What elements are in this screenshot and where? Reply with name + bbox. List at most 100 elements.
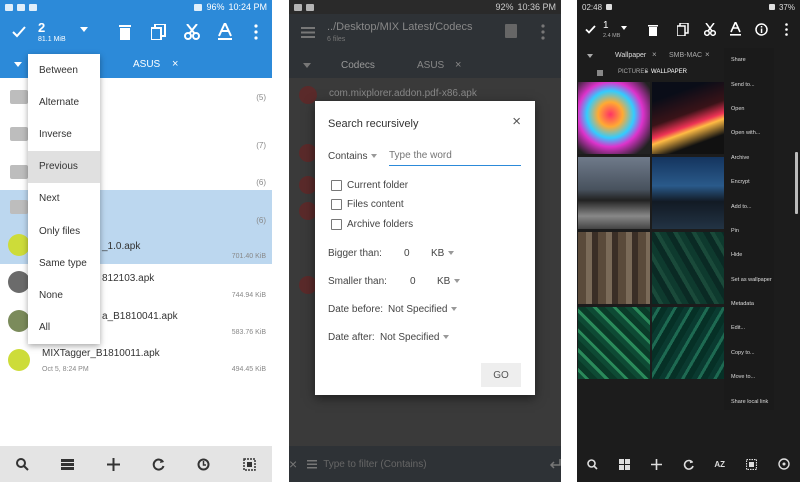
archive-folders-checkbox[interactable]: Archive folders xyxy=(331,219,413,230)
check-icon[interactable] xyxy=(585,25,596,34)
cut-icon[interactable] xyxy=(184,24,200,40)
menu-item-set-as-wallpaper[interactable]: Set as wallpaper xyxy=(724,268,774,292)
menu-item-same-type[interactable]: Same type xyxy=(28,247,100,279)
menu-item-move-to[interactable]: Move to... xyxy=(724,365,774,389)
info-icon[interactable] xyxy=(755,23,768,36)
more-icon[interactable] xyxy=(785,23,788,36)
date-before-select[interactable]: Not Specified xyxy=(388,304,458,315)
tab-wallpaper[interactable]: Wallpaper xyxy=(615,52,646,59)
delete-icon[interactable] xyxy=(648,24,658,36)
image-thumbnail[interactable] xyxy=(578,157,650,229)
selection-menu: Between Alternate Inverse Previous Next … xyxy=(28,54,100,344)
close-icon[interactable]: × xyxy=(455,59,461,71)
breadcrumb-pictures[interactable]: PICTURES xyxy=(618,69,648,75)
add-icon[interactable] xyxy=(106,457,120,471)
bigger-value[interactable]: 0 xyxy=(404,248,410,259)
tab-asus[interactable]: ASUS xyxy=(417,60,444,71)
list-item[interactable]: MIXTagger_B1810011.apk Oct 5, 8:24 PM 494.… xyxy=(0,344,272,376)
menu-item-all[interactable]: All xyxy=(28,312,100,344)
grid-view-icon[interactable] xyxy=(619,458,631,470)
current-folder-checkbox[interactable]: Current folder xyxy=(331,180,408,191)
menu-item-send-to[interactable]: Send to... xyxy=(724,72,774,96)
menu-item-between[interactable]: Between xyxy=(28,54,100,86)
image-thumbnail[interactable] xyxy=(652,232,724,304)
close-icon[interactable]: × xyxy=(172,58,178,70)
delete-icon[interactable] xyxy=(119,24,131,40)
menu-item-inverse[interactable]: Inverse xyxy=(28,118,100,150)
menu-item-alternate[interactable]: Alternate xyxy=(28,86,100,118)
scrollbar[interactable] xyxy=(795,152,798,214)
more-icon[interactable] xyxy=(541,24,545,40)
copy-icon[interactable] xyxy=(677,23,689,36)
home-icon[interactable] xyxy=(597,70,603,76)
menu-item-copy-to[interactable]: Copy to... xyxy=(724,341,774,365)
mode-select[interactable]: Contains xyxy=(328,151,378,162)
close-icon[interactable]: × xyxy=(289,456,297,472)
image-thumbnail[interactable] xyxy=(578,82,650,154)
chevron-down-icon[interactable] xyxy=(303,63,311,68)
tab-smb-mac[interactable]: SMB-MAC xyxy=(669,52,702,59)
dialog-title: Search recursively xyxy=(328,118,419,130)
image-thumbnail[interactable] xyxy=(578,307,650,379)
search-input[interactable] xyxy=(389,146,521,166)
list-view-icon[interactable] xyxy=(61,458,75,470)
menu-item-previous[interactable]: Previous xyxy=(28,150,100,183)
refresh-icon[interactable] xyxy=(683,459,694,470)
menu-item-none[interactable]: None xyxy=(28,279,100,311)
image-thumbnail[interactable] xyxy=(652,157,724,229)
tab-strip: Codecs ASUS × xyxy=(289,54,561,78)
menu-item-pin[interactable]: Pin xyxy=(724,219,774,243)
bigger-unit-select[interactable]: KB xyxy=(431,248,455,259)
menu-item-only-files[interactable]: Only files xyxy=(28,215,100,247)
menu-item-edit[interactable]: Edit... xyxy=(724,316,774,340)
menu-item-encrypt[interactable]: Encrypt xyxy=(724,170,774,194)
menu-item-open-with[interactable]: Open with... xyxy=(724,121,774,145)
chevron-down-icon[interactable] xyxy=(587,54,593,58)
close-icon[interactable]: × xyxy=(705,50,710,59)
check-icon[interactable] xyxy=(12,26,26,38)
date-after-select[interactable]: Not Specified xyxy=(380,332,450,343)
menu-icon[interactable] xyxy=(301,27,315,38)
search-icon[interactable] xyxy=(587,458,598,470)
menu-item-metadata[interactable]: Metadata xyxy=(724,292,774,316)
clipboard-icon[interactable] xyxy=(505,24,517,38)
copy-icon[interactable] xyxy=(151,24,166,40)
chevron-down-icon[interactable] xyxy=(14,62,22,67)
image-thumbnail[interactable] xyxy=(578,232,650,304)
tab-asus[interactable]: ASUS xyxy=(133,59,160,70)
breadcrumb-wallpaper[interactable]: WALLPAPER xyxy=(651,69,687,75)
files-content-checkbox[interactable]: Files content xyxy=(331,199,404,210)
select-all-icon[interactable] xyxy=(745,458,757,470)
rename-icon[interactable] xyxy=(730,22,741,36)
select-all-icon[interactable] xyxy=(243,457,256,471)
close-icon[interactable]: × xyxy=(512,113,521,130)
go-button[interactable]: GO xyxy=(481,363,521,387)
close-icon[interactable]: × xyxy=(652,50,657,59)
smaller-value[interactable]: 0 xyxy=(410,276,416,287)
history-icon[interactable] xyxy=(197,458,210,471)
menu-item-hide[interactable]: Hide xyxy=(724,243,774,267)
chevron-down-icon[interactable] xyxy=(80,27,88,32)
enter-icon[interactable] xyxy=(549,459,561,469)
network-icon[interactable] xyxy=(777,458,790,470)
menu-item-share-local-link[interactable]: Share local link xyxy=(724,389,774,413)
image-thumbnail[interactable] xyxy=(652,82,724,154)
battery-text: 96% xyxy=(206,2,225,12)
menu-item-share[interactable]: Share xyxy=(724,48,774,72)
add-icon[interactable] xyxy=(650,458,662,470)
smaller-unit-select[interactable]: KB xyxy=(437,276,461,287)
menu-item-add-to[interactable]: Add to... xyxy=(724,194,774,218)
more-icon[interactable] xyxy=(254,24,258,40)
filter-input[interactable]: Type to filter (Contains) xyxy=(307,459,539,470)
image-thumbnail[interactable] xyxy=(652,307,724,379)
sort-button[interactable]: AZ xyxy=(714,460,725,469)
tab-codecs[interactable]: Codecs xyxy=(341,60,375,71)
chevron-down-icon[interactable] xyxy=(621,26,627,30)
search-icon[interactable] xyxy=(16,457,29,471)
rename-icon[interactable] xyxy=(218,23,232,40)
menu-item-next[interactable]: Next xyxy=(28,183,100,215)
cut-icon[interactable] xyxy=(704,23,716,36)
menu-item-open[interactable]: Open xyxy=(724,97,774,121)
refresh-icon[interactable] xyxy=(152,458,165,471)
menu-item-archive[interactable]: Archive xyxy=(724,146,774,170)
